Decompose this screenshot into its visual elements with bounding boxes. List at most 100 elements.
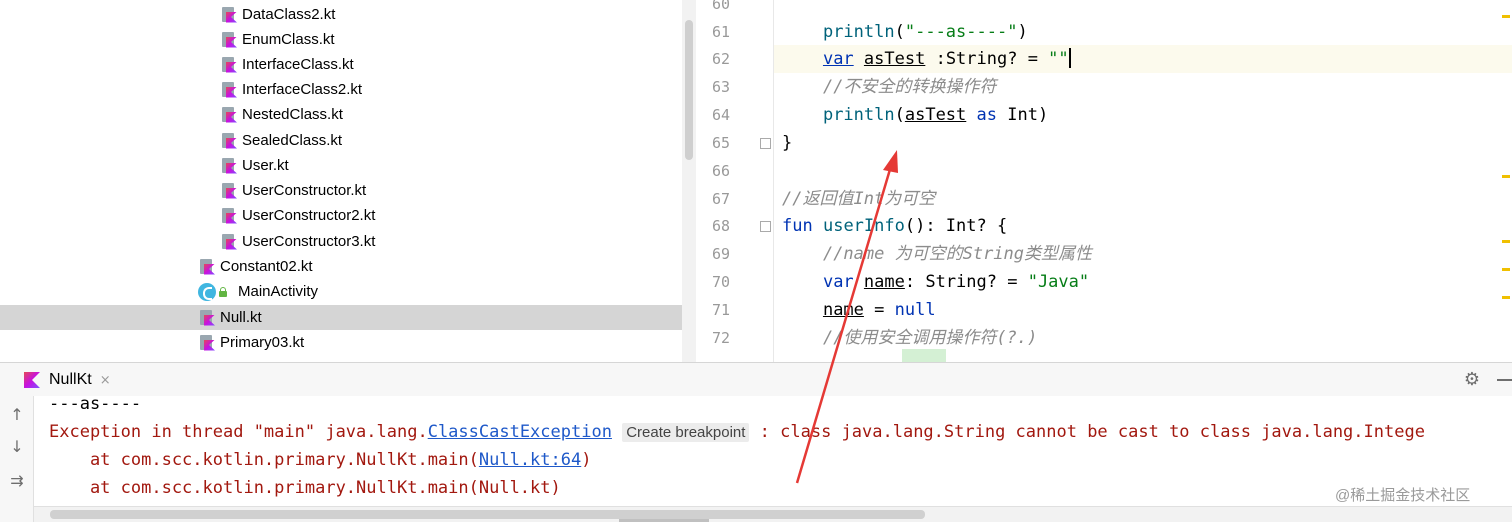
line-number: 63 [711, 78, 730, 96]
tree-item-sealedclass[interactable]: SealedClass.kt [0, 128, 682, 153]
error-stripe-marker[interactable] [1502, 268, 1510, 271]
gear-icon[interactable]: ⚙ [1463, 371, 1481, 389]
tree-item-label: InterfaceClass2.kt [242, 81, 363, 98]
fold-marker-icon[interactable] [760, 221, 771, 232]
tree-item-label: UserConstructor2.kt [242, 207, 376, 224]
tree-item-interfaceclass2[interactable]: InterfaceClass2.kt [0, 77, 682, 102]
tree-item-label: UserConstructor3.kt [242, 233, 376, 250]
source-link[interactable]: Null.kt:64 [479, 450, 581, 470]
console-line-stack: at com.scc.kotlin.primary.NullKt.main(Nu… [49, 450, 592, 470]
kotlin-file-icon [220, 31, 238, 49]
line-number: 66 [711, 162, 730, 180]
tree-item-label: Primary03.kt [220, 334, 305, 351]
kotlin-file-icon [220, 106, 238, 124]
kotlin-file-icon [198, 258, 216, 276]
tree-item-label: Constant02.kt [220, 258, 313, 275]
line-number: 64 [711, 106, 730, 124]
tree-item-userconstructor3[interactable]: UserConstructor3.kt [0, 229, 682, 254]
android-activity-icon [198, 282, 216, 301]
tree-item-label: DataClass2.kt [242, 6, 336, 23]
error-stripe-marker[interactable] [1502, 175, 1510, 178]
tree-item-userconstructor2[interactable]: UserConstructor2.kt [0, 203, 682, 228]
kotlin-file-icon [220, 81, 238, 99]
line-number: 70 [711, 273, 730, 291]
soft-wrap-icon[interactable]: ⇉ [6, 470, 28, 492]
scrollbar-thumb[interactable] [50, 510, 925, 519]
tree-scrollbar-thumb[interactable] [685, 20, 693, 160]
console-output[interactable]: ---as---- Exception in thread "main" jav… [34, 396, 1512, 506]
code-line-63: //不安全的转换操作符 [822, 77, 997, 97]
line-number: 65 [711, 134, 730, 152]
tree-item-user[interactable]: User.kt [0, 153, 682, 178]
lock-icon [218, 286, 228, 297]
tree-item-null[interactable]: Null.kt [0, 305, 682, 330]
project-tree: DataClass2.kt EnumClass.kt InterfaceClas… [0, 0, 682, 362]
tree-item-dataclass2[interactable]: DataClass2.kt [0, 2, 682, 27]
tree-item-mainactivity[interactable]: MainActivity [0, 279, 682, 304]
code-line-65: } [782, 133, 793, 153]
console-line-exception: Exception in thread "main" java.lang.Cla… [49, 422, 1425, 442]
line-number: 62 [711, 50, 730, 68]
close-icon[interactable]: × [100, 373, 111, 388]
tree-item-primary03[interactable]: Primary03.kt [0, 330, 682, 355]
tree-item-label: User.kt [242, 157, 289, 174]
tree-scrollbar[interactable] [682, 0, 696, 362]
line-number: 67 [711, 190, 730, 208]
code-line-64: println(asTest as Int) [822, 105, 1049, 125]
kotlin-file-icon [220, 207, 238, 225]
kotlin-file-icon [220, 132, 238, 150]
create-breakpoint-button[interactable]: Create breakpoint [622, 423, 750, 442]
editor-gutter: 60 61 62 63 64 65 66 67 68 69 70 71 72 [696, 0, 774, 362]
error-stripe-marker[interactable] [1502, 296, 1510, 299]
line-number: 68 [711, 217, 730, 235]
code-line-68: fun userInfo(): Int? { [782, 216, 1008, 236]
kotlin-file-icon [220, 6, 238, 24]
line-number: 69 [711, 245, 730, 263]
tree-item-label: SealedClass.kt [242, 132, 343, 149]
code-editor[interactable]: println("---as----") var asTest :String?… [774, 0, 1512, 362]
code-line-61: println("---as----") [822, 22, 1028, 42]
error-stripe-marker[interactable] [1502, 240, 1510, 243]
kotlin-file-icon [220, 157, 238, 175]
tree-item-enumclass[interactable]: EnumClass.kt [0, 27, 682, 52]
code-line-70: var name: String? = "Java" [822, 272, 1090, 292]
text-caret [1068, 48, 1071, 68]
up-arrow-icon[interactable]: ↑ [6, 404, 28, 426]
kotlin-file-icon [220, 233, 238, 251]
code-line-69: //name 为可空的String类型属性 [822, 244, 1093, 264]
tree-item-constant02[interactable]: Constant02.kt [0, 254, 682, 279]
code-line-71: name = null [822, 300, 936, 320]
kotlin-run-icon [24, 372, 40, 388]
kotlin-file-icon [220, 56, 238, 74]
error-stripe-marker[interactable] [1502, 15, 1510, 18]
kotlin-file-icon [198, 309, 216, 327]
console-line: ---as---- [49, 396, 142, 414]
console-horizontal-scrollbar[interactable] [34, 506, 1512, 522]
tree-item-label: MainActivity [238, 283, 319, 300]
console-line-stack: at com.scc.kotlin.primary.NullKt.main(Nu… [49, 478, 561, 498]
line-number: 72 [711, 329, 730, 347]
exception-link[interactable]: ClassCastException [428, 422, 612, 442]
run-toolbar: ↑ ↓ ⇉ [0, 396, 34, 522]
line-number: 60 [711, 0, 730, 13]
run-tab-nullkt[interactable]: NullKt × [14, 363, 121, 397]
tree-item-label: Null.kt [220, 309, 262, 326]
kotlin-file-icon [198, 334, 216, 352]
run-panel-header: NullKt × ⚙ [0, 362, 1512, 396]
down-arrow-icon[interactable]: ↓ [6, 436, 28, 458]
tree-item-label: UserConstructor.kt [242, 182, 367, 199]
tree-item-label: EnumClass.kt [242, 31, 335, 48]
code-line-62: var asTest :String? = "" [822, 48, 1071, 69]
tree-item-userconstructor[interactable]: UserConstructor.kt [0, 178, 682, 203]
code-line-72: //使用安全调用操作符(?.) [822, 328, 1038, 348]
line-number: 71 [711, 301, 730, 319]
run-tab-label: NullKt [49, 371, 92, 388]
fold-marker-icon[interactable] [760, 138, 771, 149]
tree-item-interfaceclass[interactable]: InterfaceClass.kt [0, 52, 682, 77]
line-number: 61 [711, 23, 730, 41]
code-line-67: //返回值Int为可空 [782, 189, 936, 209]
tree-item-label: InterfaceClass.kt [242, 56, 354, 73]
minimize-icon[interactable] [1497, 379, 1512, 381]
tree-item-label: NestedClass.kt [242, 106, 343, 123]
tree-item-nestedclass[interactable]: NestedClass.kt [0, 102, 682, 127]
